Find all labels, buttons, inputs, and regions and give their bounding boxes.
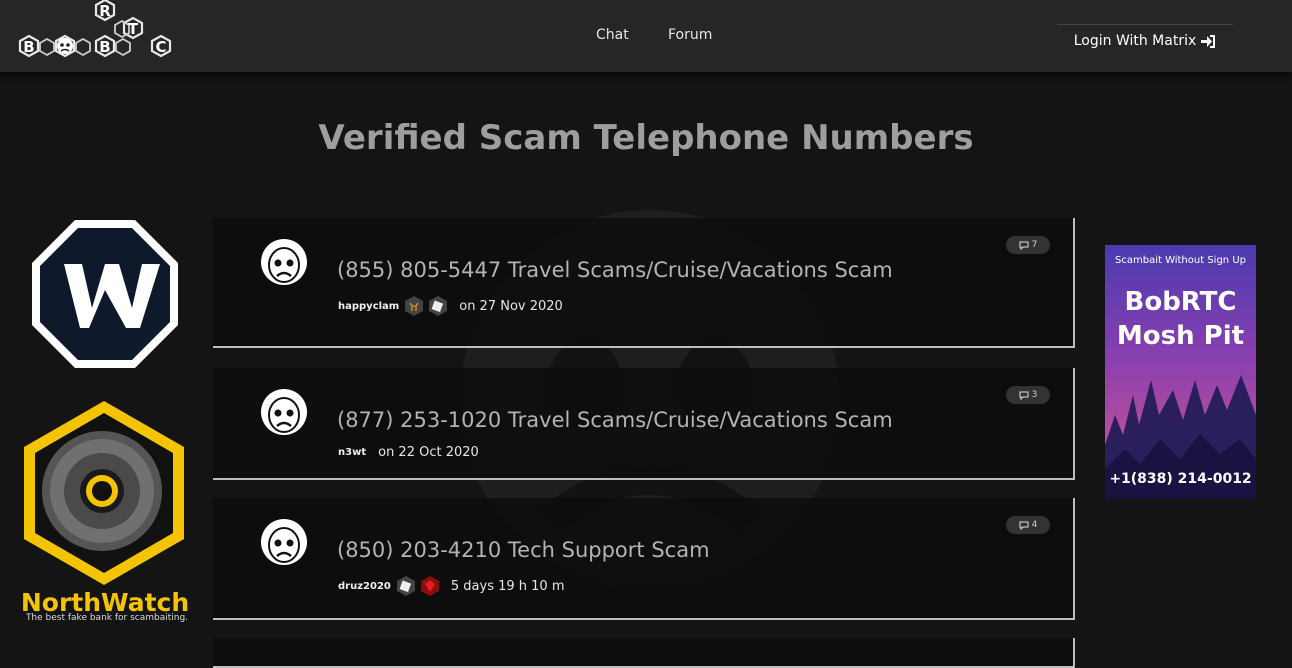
dice-badge-icon [396,576,415,596]
post-meta: happyclam on 27 Nov 2020 [338,295,563,317]
post-card[interactable]: (877) 253-1020 Travel Scams/Cruise/Vacat… [213,368,1075,480]
post-title[interactable]: (855) 805-5447 Travel Scams/Cruise/Vacat… [337,258,893,282]
post-author[interactable]: happyclam [338,301,399,312]
post-date: 5 days 19 h 10 m [450,578,565,594]
sign-in-icon [1201,34,1216,48]
logo-letter-r: R [99,2,111,20]
logo-letter-t: T [128,20,139,38]
user-avatar [261,389,307,435]
comment-count: 4 [1031,520,1038,530]
post-date: on 27 Nov 2020 [459,298,563,314]
comment-icon [1019,521,1029,530]
login-matrix-button[interactable]: Login With Matrix [1057,24,1233,57]
logo-letter-c: C [155,38,166,56]
logo-letter-b1: B [23,38,34,56]
windscribe-ad[interactable] [28,218,182,370]
crowd-silhouette-icon [1105,375,1256,499]
comment-count-badge[interactable]: 4 [1006,516,1050,534]
post-meta: druz2020 5 days 19 h 10 m [338,575,564,597]
northwatch-ad[interactable] [18,397,190,589]
post-card[interactable]: (850) 203-4210 Tech Support Scam druz202… [213,498,1075,620]
mosh-pit-ad[interactable]: Scambait Without Sign Up BobRTC Mosh Pit… [1105,245,1256,499]
moshpit-title: BobRTC Mosh Pit [1105,285,1256,353]
ruby-badge-icon [420,576,439,596]
moshpit-title-line1: BobRTC [1124,287,1237,317]
post-date: on 22 Oct 2020 [378,445,479,460]
post-card[interactable]: (855) 805-5447 Travel Scams/Cruise/Vacat… [213,218,1075,348]
northwatch-subtitle: The best fake bank for scambaiting. [25,613,189,623]
nav-forum-link[interactable]: Forum [668,27,712,43]
login-label: Login With Matrix [1073,33,1197,49]
deer-badge-icon [405,296,424,316]
moshpit-title-line2: Mosh Pit [1116,321,1245,351]
comment-icon [1019,391,1029,400]
post-card[interactable] [213,638,1075,668]
page-title: Verified Scam Telephone Numbers [318,118,974,158]
comment-count-badge[interactable]: 7 [1006,236,1050,254]
dice-badge-icon [429,296,448,316]
post-author[interactable]: druz2020 [338,581,391,592]
bobrtc-logo[interactable]: B B R B T C [10,0,190,70]
comment-count-badge[interactable]: 3 [1006,386,1050,404]
post-title[interactable]: (850) 203-4210 Tech Support Scam [337,538,710,562]
user-avatar [261,239,307,285]
logo-face-icon [57,38,73,54]
moshpit-phone: +1(838) 214-0012 [1109,471,1252,487]
post-title[interactable]: (877) 253-1020 Travel Scams/Cruise/Vacat… [337,408,893,432]
user-avatar [261,519,307,565]
post-meta: n3wt on 22 Oct 2020 [338,445,479,460]
comment-count: 7 [1031,240,1038,250]
moshpit-tagline: Scambait Without Sign Up [1115,255,1246,266]
nav-chat-link[interactable]: Chat [596,27,629,43]
comment-count: 3 [1031,390,1038,400]
comment-icon [1019,241,1029,250]
post-author[interactable]: n3wt [338,447,366,458]
top-navbar: B B R B T C Chat Forum Login With Matrix [0,0,1292,72]
